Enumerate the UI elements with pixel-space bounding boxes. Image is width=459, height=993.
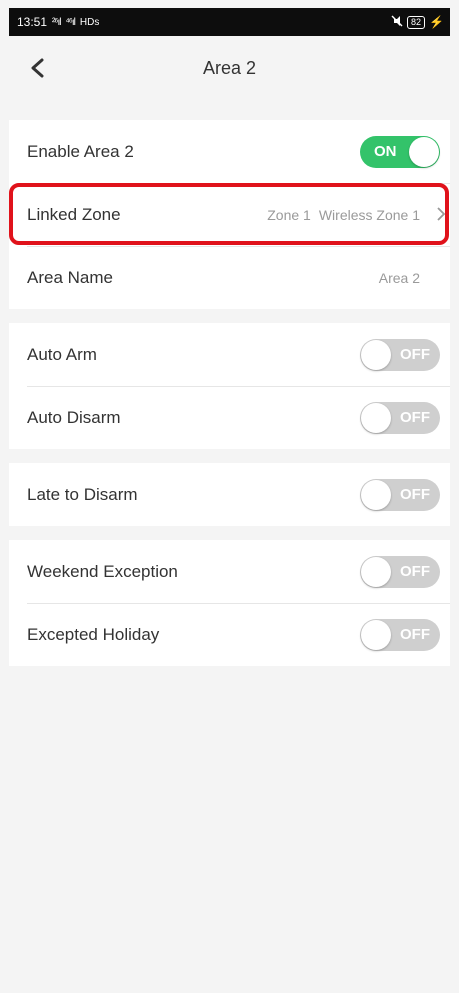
network-indicator: HDs — [79, 16, 100, 28]
linked-zone-label: Linked Zone — [27, 204, 121, 224]
chevron-left-icon — [31, 58, 44, 78]
toggle-state-text: ON — [374, 143, 397, 160]
area-name-value: Area 2 — [378, 269, 420, 286]
status-bar: 13:51 ²⁶ıl ⁴⁶ıl HDs 82 ⚡ — [9, 8, 450, 36]
linked-zone-value-1: Zone 1 — [267, 206, 311, 223]
excepted-holiday-row: Excepted Holiday OFF — [9, 603, 450, 666]
area-name-label: Area Name — [27, 267, 113, 287]
app-frame: 13:51 ²⁶ıl ⁴⁶ıl HDs 82 ⚡ Area 2 Enable A… — [9, 8, 450, 993]
toggle-knob — [361, 556, 391, 587]
excepted-holiday-label: Excepted Holiday — [27, 624, 160, 644]
enable-area-row: Enable Area 2 ON — [9, 120, 450, 183]
page-title: Area 2 — [202, 57, 257, 78]
back-button[interactable] — [27, 56, 49, 80]
toggle-knob — [361, 339, 391, 370]
auto-disarm-row: Auto Disarm OFF — [9, 386, 450, 449]
settings-group-main: Enable Area 2 ON Linked Zone Zone 1 Wire… — [9, 120, 450, 309]
auto-arm-toggle[interactable]: OFF — [360, 338, 440, 371]
late-to-disarm-row: Late to Disarm OFF — [9, 463, 450, 526]
linked-zone-value: Zone 1 Wireless Zone 1 — [267, 207, 420, 223]
toggle-knob — [361, 619, 391, 650]
auto-disarm-toggle[interactable]: OFF — [360, 401, 440, 434]
toggle-knob — [361, 479, 391, 510]
late-to-disarm-toggle[interactable]: OFF — [360, 478, 440, 511]
toggle-state-text: OFF — [400, 563, 430, 580]
chevron-right-icon — [436, 206, 446, 227]
toggle-state-text: OFF — [400, 409, 430, 426]
battery-icon: 82 — [407, 15, 426, 29]
nav-bar: Area 2 — [9, 36, 450, 106]
charging-icon: ⚡ — [429, 15, 444, 29]
linked-zone-row[interactable]: Linked Zone Zone 1 Wireless Zone 1 — [9, 183, 450, 246]
auto-arm-row: Auto Arm OFF — [9, 323, 450, 386]
mute-icon — [391, 15, 403, 30]
weekend-exception-label: Weekend Exception — [27, 561, 178, 581]
status-time: 13:51 — [17, 15, 48, 29]
linked-zone-value-2: Wireless Zone 1 — [318, 206, 420, 223]
signal-2-icon: ⁴⁶ıl — [65, 16, 75, 28]
settings-group-late: Late to Disarm OFF — [9, 463, 450, 526]
excepted-holiday-toggle[interactable]: OFF — [360, 618, 440, 651]
settings-group-auto: Auto Arm OFF Auto Disarm OFF — [9, 323, 450, 449]
enable-area-toggle[interactable]: ON — [360, 135, 440, 168]
toggle-knob — [409, 136, 439, 167]
area-name-row[interactable]: Area Name Area 2 — [9, 246, 450, 309]
auto-arm-label: Auto Arm — [27, 344, 97, 364]
signal-1-icon: ²⁶ıl — [52, 16, 62, 28]
auto-disarm-label: Auto Disarm — [27, 407, 121, 427]
weekend-exception-row: Weekend Exception OFF — [9, 540, 450, 603]
toggle-state-text: OFF — [400, 626, 430, 643]
settings-group-exceptions: Weekend Exception OFF Excepted Holiday O… — [9, 540, 450, 666]
toggle-knob — [361, 402, 391, 433]
weekend-exception-toggle[interactable]: OFF — [360, 555, 440, 588]
late-to-disarm-label: Late to Disarm — [27, 484, 138, 504]
enable-area-label: Enable Area 2 — [27, 141, 134, 161]
toggle-state-text: OFF — [400, 486, 430, 503]
toggle-state-text: OFF — [400, 346, 430, 363]
